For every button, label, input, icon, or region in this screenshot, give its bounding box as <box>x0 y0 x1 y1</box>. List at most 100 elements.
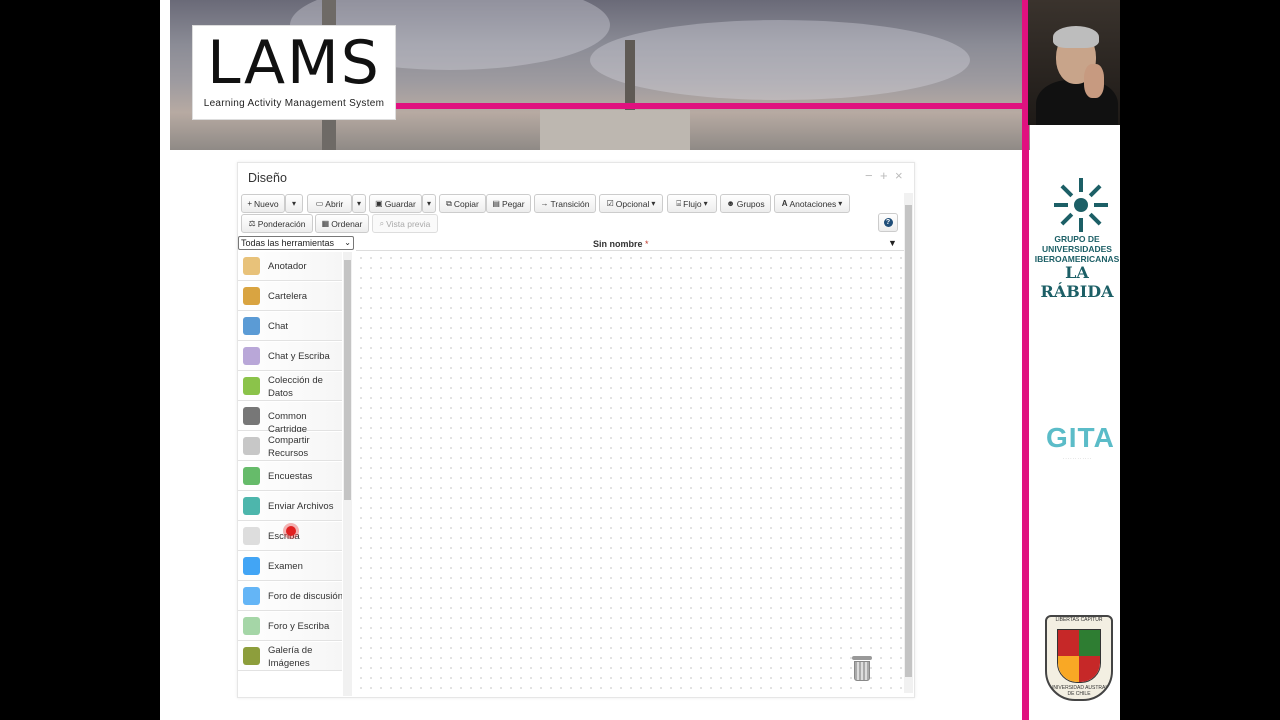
caret-down-icon: ▾ <box>703 199 708 208</box>
flow-button[interactable]: ⌸ Flujo ▾ <box>667 194 717 213</box>
tool-item[interactable]: Cartelera <box>238 282 342 311</box>
users-icon: ☻ <box>726 199 735 208</box>
tool-item[interactable]: Anotador <box>238 252 342 281</box>
annotations-button[interactable]: A Anotaciones ▾ <box>774 194 850 213</box>
mouse-cursor-highlight <box>286 526 296 536</box>
forum-icon <box>243 587 260 605</box>
new-button[interactable]: + Nuevo <box>241 194 285 213</box>
flow-icon: ⌸ <box>676 198 682 208</box>
caret-down-icon: ▾ <box>356 199 361 208</box>
help-button[interactable]: ? <box>878 213 898 232</box>
plus-icon: + <box>247 199 253 208</box>
caret-down-icon: ▾ <box>426 199 431 208</box>
groups-button[interactable]: ☻ Grupos <box>720 194 771 213</box>
canvas-scroll-thumb[interactable] <box>905 205 912 677</box>
floppy-icon: ▣ <box>375 199 383 208</box>
tool-item[interactable]: Compartir Recursos <box>238 432 342 461</box>
arrange-button[interactable]: ▦ Ordenar <box>315 214 369 233</box>
partner-logos: GRUPO DE UNIVERSIDADES IBEROAMERICANAS L… <box>1030 150 1120 720</box>
assessment-icon <box>243 557 260 575</box>
trash-icon[interactable] <box>851 656 873 682</box>
image-gallery-icon <box>243 647 260 665</box>
design-window: Diseño − + × + Nuevo ▾ ▭ Abrir ▾ ▣ Guardar … <box>237 162 915 698</box>
open-button[interactable]: ▭ Abrir <box>307 194 352 213</box>
paste-button[interactable]: ▤ Pegar <box>486 194 531 213</box>
tool-label: Galería de Imágenes <box>268 645 313 669</box>
tool-label: Anotador <box>268 261 307 272</box>
database-icon <box>243 377 260 395</box>
optional-button[interactable]: ☑ Opcional ▾ <box>599 194 663 213</box>
minimize-icon[interactable]: − <box>865 168 873 183</box>
tool-item[interactable]: Galería de Imágenes <box>238 642 342 671</box>
check-square-icon: ☑ <box>606 199 614 208</box>
share-resources-icon <box>243 437 260 455</box>
tool-item[interactable]: Foro de discusión <box>238 582 342 611</box>
save-button[interactable]: ▣ Guardar <box>369 194 422 213</box>
video-frame: LAMS Learning Activity Management System… <box>160 0 1120 720</box>
weighting-button[interactable]: ⚖ Ponderación <box>241 214 313 233</box>
tool-item[interactable]: Chat <box>238 312 342 341</box>
gita-subtitle: · · · · · · · · · · · · <box>1062 456 1092 461</box>
save-dropdown-button[interactable]: ▾ <box>422 194 436 213</box>
tool-label: Examen <box>268 561 303 572</box>
seal-motto: LIBERTAS CAPITUR <box>1055 617 1103 623</box>
noticeboard-icon <box>243 287 260 305</box>
lams-logo: LAMS Learning Activity Management System <box>192 25 396 120</box>
logo-subtitle: Learning Activity Management System <box>203 98 385 109</box>
palette-scrollbar[interactable] <box>343 252 352 696</box>
caret-down-icon: ▾ <box>651 199 656 208</box>
tool-item[interactable]: Foro y Escriba <box>238 612 342 641</box>
notepad-icon <box>243 257 260 275</box>
tool-item[interactable]: Encuestas <box>238 462 342 491</box>
open-dropdown-button[interactable]: ▾ <box>352 194 366 213</box>
chat-bubble-icon <box>243 317 260 335</box>
tool-item[interactable]: Enviar Archivos <box>238 492 342 521</box>
submit-files-icon <box>243 497 260 515</box>
tool-label: Escriba <box>268 531 300 542</box>
copy-icon: ⧉ <box>446 198 452 208</box>
tool-item[interactable]: Colección de Datos <box>238 372 342 401</box>
university-name: LA RÁBIDA <box>1040 263 1114 301</box>
logo-text: LAMS <box>207 28 381 98</box>
cartridge-icon <box>243 407 260 425</box>
transition-button[interactable]: → Transición <box>534 194 596 213</box>
grid-icon: ▦ <box>321 219 330 228</box>
scribe-icon <box>243 527 260 545</box>
survey-icon <box>243 467 260 485</box>
presenter-webcam <box>1028 0 1120 125</box>
accent-stripe <box>380 103 1030 109</box>
maximize-icon[interactable]: + <box>880 168 888 183</box>
seal-rim-text: UNIVERSIDAD AUSTRAL DE CHILE <box>1049 685 1109 697</box>
window-title: Diseño <box>248 171 287 185</box>
university-group-name: GRUPO DE UNIVERSIDADES IBEROAMERICANAS <box>1034 234 1120 264</box>
tool-label: Foro y Escriba <box>268 621 330 632</box>
tool-item[interactable]: Chat y Escriba <box>238 342 342 371</box>
new-dropdown-button[interactable]: ▾ <box>285 194 303 213</box>
tool-item[interactable]: Examen <box>238 552 342 581</box>
scale-icon: ⚖ <box>248 219 256 228</box>
palette-scroll-thumb[interactable] <box>344 260 351 500</box>
document-menu-icon[interactable]: ▼ <box>888 238 897 248</box>
copy-button[interactable]: ⧉ Copiar <box>439 194 486 213</box>
question-icon: ? <box>883 218 893 227</box>
tool-label: Chat y Escriba <box>268 351 330 362</box>
tool-label: Encuestas <box>268 471 313 482</box>
arrow-right-icon: → <box>540 199 549 208</box>
design-canvas[interactable] <box>356 253 902 691</box>
chevron-down-icon: ⌄ <box>344 238 351 247</box>
caret-down-icon: ▾ <box>291 199 296 208</box>
tool-filter-select[interactable]: Todas las herramientas ⌄ <box>238 236 354 250</box>
chat-scribe-icon <box>243 347 260 365</box>
preview-button[interactable]: ⌕ Vista previa <box>372 214 438 233</box>
folder-icon: ▭ <box>315 199 324 208</box>
magnifier-icon: ⌕ <box>379 218 385 228</box>
tool-item[interactable]: Common Cartridge <box>238 402 342 435</box>
header-banner: LAMS Learning Activity Management System <box>170 0 1030 150</box>
tool-label: Chat <box>268 321 289 332</box>
forum-scribe-icon <box>243 617 260 635</box>
canvas-scrollbar[interactable] <box>904 193 913 693</box>
tool-label: Foro de discusión <box>268 591 342 602</box>
close-icon[interactable]: × <box>895 168 903 183</box>
paste-icon: ▤ <box>492 199 500 208</box>
tool-filter-value: Todas las herramientas <box>241 238 335 248</box>
